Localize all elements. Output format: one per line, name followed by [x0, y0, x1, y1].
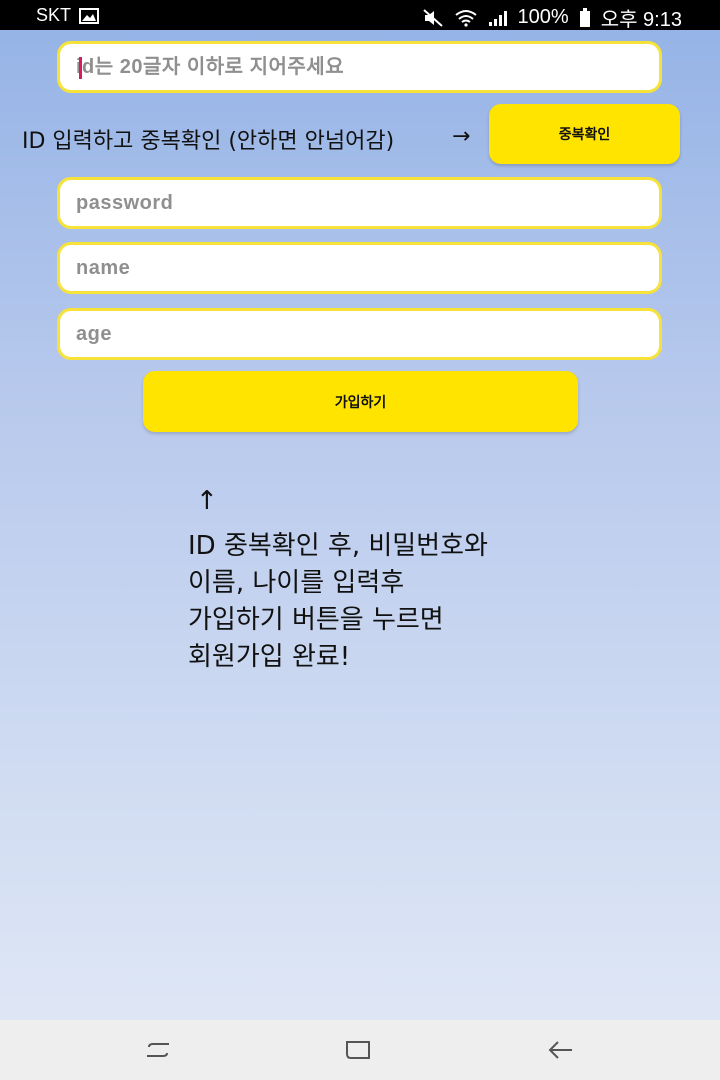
name-field-wrapper — [57, 242, 662, 294]
id-input[interactable] — [76, 55, 643, 79]
note-line: 이름, 나이를 입력후 — [188, 568, 405, 598]
wifi-icon — [454, 9, 478, 27]
signup-button[interactable]: 가입하기 — [143, 371, 578, 432]
dup-check-instruction: ID 입력하고 중복확인 (안하면 안넘어감) — [22, 129, 395, 154]
instruction-note: ID 중복확인 후, 비밀번호와 이름, 나이를 입력후 가입하기 버튼을 누르… — [188, 528, 488, 676]
clock: 오후 9:13 — [600, 9, 682, 31]
carrier-label: SKT — [36, 5, 72, 25]
signal-icon — [488, 9, 508, 27]
status-bar: SKT 100% 오후 9:13 — [0, 0, 720, 31]
age-input[interactable] — [76, 322, 643, 346]
home-icon[interactable] — [338, 1034, 378, 1066]
age-field-wrapper — [57, 308, 662, 360]
id-field-wrapper — [57, 41, 662, 93]
note-line: ID 중복확인 후, 비밀번호와 — [188, 531, 488, 561]
note-line: 가입하기 버튼을 누르면 — [188, 605, 444, 635]
back-icon[interactable] — [540, 1034, 580, 1066]
navigation-bar — [0, 1020, 720, 1080]
password-field-wrapper — [57, 177, 662, 229]
battery-percent: 100% — [517, 6, 569, 28]
arrow-up-icon: ↑ — [196, 486, 218, 516]
dup-check-button[interactable]: 중복확인 — [489, 104, 680, 164]
arrow-right-icon: → — [452, 124, 471, 149]
mute-icon — [422, 8, 444, 28]
name-input[interactable] — [76, 256, 643, 280]
battery-icon — [579, 7, 591, 28]
image-icon — [79, 7, 100, 24]
recent-apps-icon[interactable] — [138, 1034, 178, 1066]
note-line: 회원가입 완료! — [188, 642, 351, 672]
password-input[interactable] — [76, 191, 643, 215]
text-caret — [79, 57, 82, 79]
